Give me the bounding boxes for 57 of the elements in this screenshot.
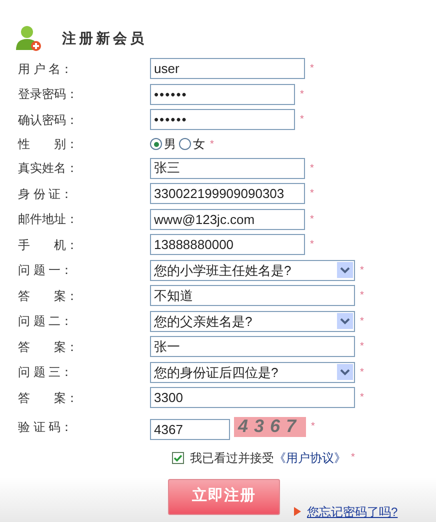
required-mark: *	[360, 314, 364, 329]
radio-label: 男	[164, 136, 176, 153]
radio-button[interactable]	[150, 138, 162, 150]
text-field[interactable]: 330022199909090303	[150, 183, 305, 204]
radio-label: 女	[193, 136, 205, 153]
field-label: 身 份 证：	[17, 186, 74, 203]
required-mark: *	[360, 264, 364, 278]
field-label: 问 题 一：	[17, 262, 74, 280]
field-label: 登录密码：	[17, 86, 79, 104]
agreement-checkbox[interactable]	[172, 452, 184, 464]
field-label: 验 证 码：	[17, 418, 74, 436]
forgot-password-link[interactable]: 您忘记密码了吗?	[307, 502, 398, 520]
required-mark: *	[360, 391, 364, 406]
answer-field[interactable]: 张一	[150, 336, 355, 358]
question-select[interactable]: 您的小学班主任姓名是?	[150, 260, 355, 281]
field-label: 答 案：	[17, 288, 79, 305]
answer-field[interactable]: 3300	[150, 387, 355, 408]
field-label: 问 题 三：	[17, 364, 74, 382]
text-field[interactable]: 13888880000	[150, 234, 305, 256]
text-field[interactable]: www@123jc.com	[150, 208, 305, 230]
captcha-field[interactable]: 4367	[150, 419, 230, 440]
captcha-image: 4367	[234, 416, 306, 436]
required-mark: *	[310, 62, 314, 76]
required-mark: *	[360, 289, 364, 304]
required-mark: *	[300, 113, 304, 128]
agreement-text: 我已看过并接受	[190, 450, 274, 466]
field-label: 答 案：	[17, 390, 79, 407]
required-mark: *	[310, 238, 314, 252]
user-add-icon	[16, 24, 42, 52]
field-label: 问 题 二：	[17, 313, 74, 330]
required-mark: *	[311, 420, 315, 434]
question-select[interactable]: 您的父亲姓名是?	[150, 310, 355, 332]
required-mark: *	[310, 212, 314, 227]
required-mark: *	[351, 451, 355, 465]
field-label: 手 机：	[17, 236, 79, 254]
text-field[interactable]: 张三	[150, 158, 305, 179]
field-label: 答 案：	[17, 338, 79, 356]
page-title: 注册新会员	[62, 28, 147, 48]
required-mark: *	[310, 187, 314, 202]
password-field[interactable]: ••••••	[150, 84, 295, 105]
required-mark: *	[360, 340, 364, 354]
password-field[interactable]: ••••••	[150, 109, 295, 130]
field-label: 性 别：	[16, 136, 79, 153]
text-field[interactable]: user	[150, 58, 305, 80]
answer-field[interactable]: 不知道	[150, 285, 355, 306]
arrow-bullet-icon	[294, 507, 301, 516]
required-mark: *	[300, 88, 304, 102]
required-mark: *	[210, 138, 214, 152]
required-mark: *	[310, 162, 314, 176]
field-label: 真实姓名：	[17, 160, 79, 178]
field-label: 确认密码：	[17, 112, 79, 129]
required-mark: *	[360, 366, 364, 380]
agreement-link[interactable]: 《用户协议》	[274, 448, 346, 466]
question-select[interactable]: 您的身份证后四位是?	[150, 362, 355, 383]
field-label: 邮件地址：	[17, 211, 79, 228]
radio-button[interactable]	[179, 138, 191, 150]
field-label: 用 户 名：	[17, 60, 74, 78]
